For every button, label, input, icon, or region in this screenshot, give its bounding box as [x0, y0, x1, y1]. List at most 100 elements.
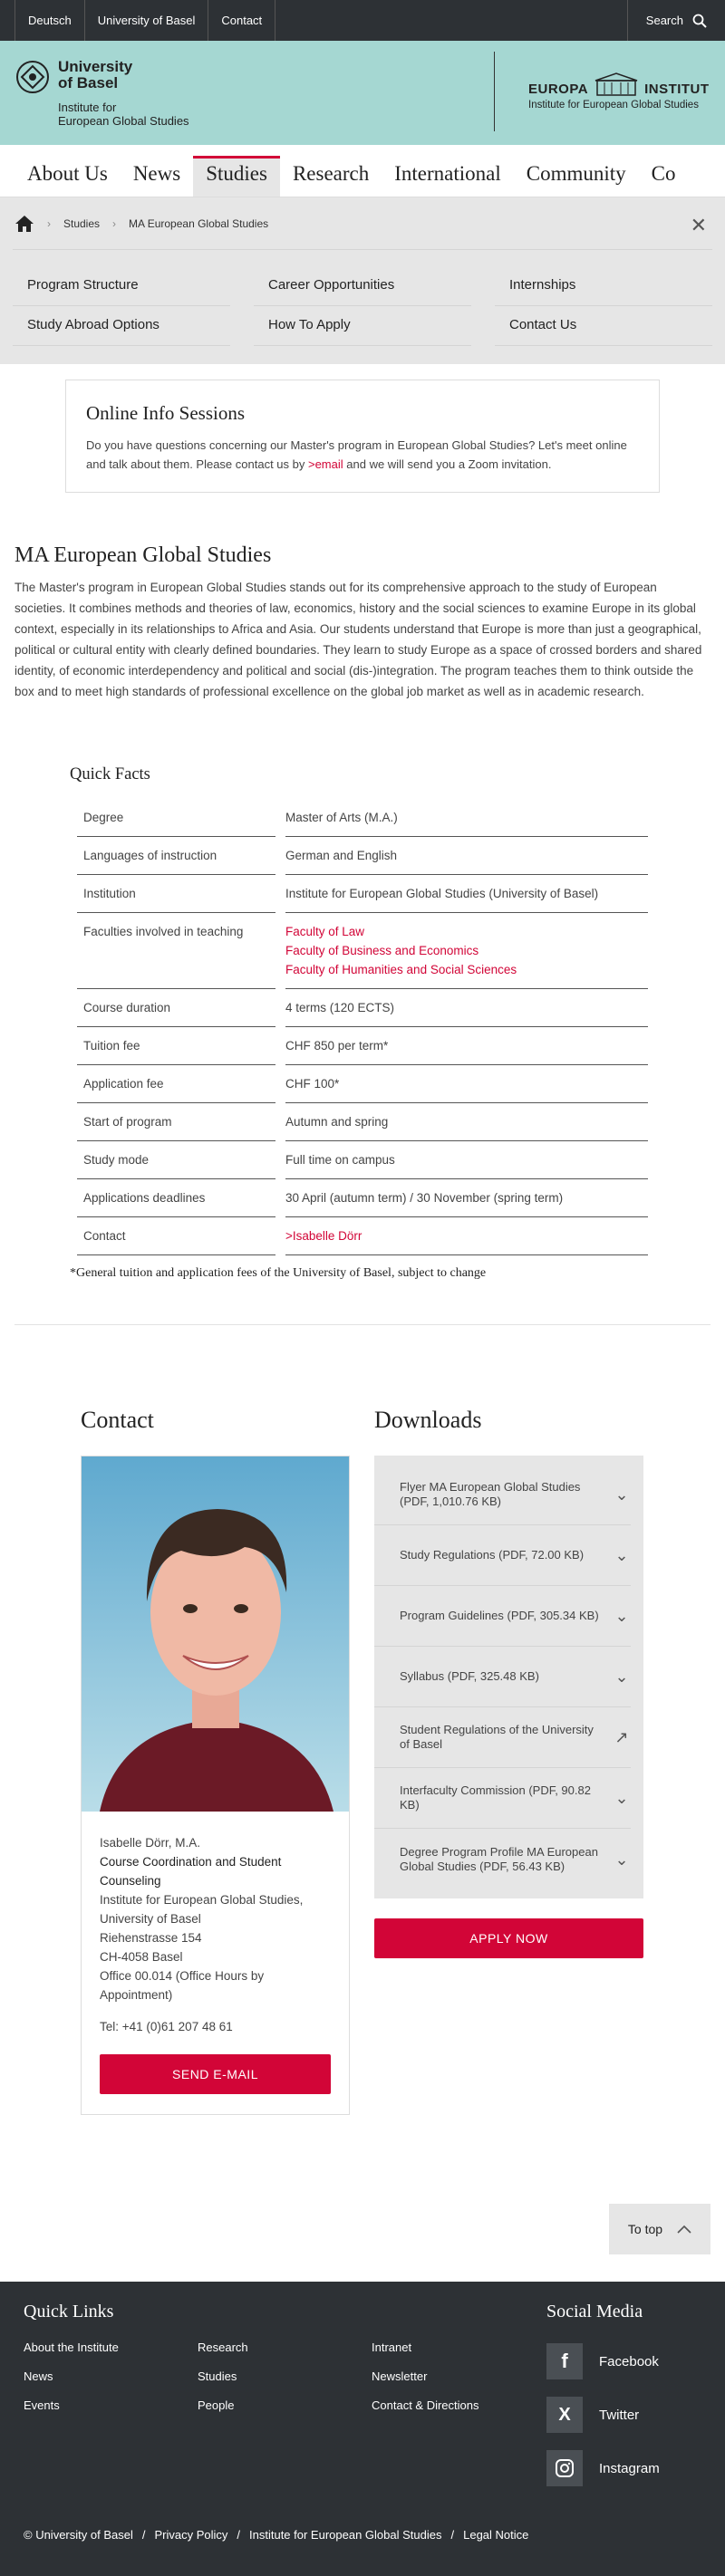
to-top-button[interactable]: To top [609, 2204, 710, 2254]
subnav-study-abroad[interactable]: Study Abroad Options [13, 306, 230, 346]
contact-link[interactable]: Contact [208, 0, 276, 41]
footer-link[interactable]: People [198, 2398, 372, 2412]
instagram-icon [546, 2450, 583, 2486]
fact-value: Full time on campus [285, 1141, 648, 1179]
contact-role: Course Coordination and Student Counseli… [100, 1855, 282, 1888]
fact-row: Study mode Full time on campus [70, 1141, 655, 1179]
legal-notice-link[interactable]: Legal Notice [463, 2528, 528, 2542]
info-sessions-box: Online Info Sessions Do you have questio… [65, 380, 660, 493]
footer-link[interactable]: Research [198, 2341, 372, 2354]
download-item[interactable]: Student Regulations of the University of… [374, 1707, 631, 1768]
subnav-internships[interactable]: Internships [495, 266, 712, 306]
to-top-label: To top [627, 2222, 663, 2236]
footer-link[interactable]: About the Institute [24, 2341, 198, 2354]
search-label: Search [645, 14, 683, 27]
nav-community[interactable]: Community [514, 162, 639, 197]
fact-label: Applications deadlines [77, 1179, 276, 1217]
footer-link[interactable]: Intranet [372, 2341, 546, 2354]
email-link[interactable]: >email [308, 457, 343, 471]
utility-bar: Deutsch University of Basel Contact Sear… [0, 0, 725, 41]
home-icon[interactable] [14, 215, 34, 233]
university-name-1: University [58, 57, 133, 75]
fact-value: 30 April (autumn term) / 30 November (sp… [285, 1179, 648, 1217]
footer-link[interactable]: News [24, 2369, 198, 2383]
footer-link[interactable]: Events [24, 2398, 198, 2412]
institute-link[interactable]: Institute for European Global Studies [249, 2528, 441, 2542]
fact-value: 4 terms (120 ECTS) [285, 989, 648, 1027]
nav-contact-truncated[interactable]: Co [639, 162, 689, 197]
footer-link[interactable]: Newsletter [372, 2369, 546, 2383]
fact-value: Autumn and spring [285, 1103, 648, 1141]
social-media: Social Media f Facebook X Twitter Instagra… [546, 2302, 660, 2501]
x-twitter-icon: X [546, 2397, 583, 2433]
nav-about-us[interactable]: About Us [14, 162, 121, 197]
university-link[interactable]: University of Basel [85, 0, 209, 41]
info-text-2: and we will send you a Zoom invitation. [343, 457, 552, 471]
download-item[interactable]: Syllabus (PDF, 325.48 KB) ⌄ [374, 1647, 631, 1707]
nav-international[interactable]: International [382, 162, 514, 197]
contact-street: Riehenstrasse 154 [100, 1931, 202, 1945]
nav-studies[interactable]: Studies [193, 156, 280, 197]
download-label: Program Guidelines (PDF, 305.34 KB) [400, 1609, 599, 1622]
privacy-policy-link[interactable]: Privacy Policy [154, 2528, 227, 2542]
europainstitut-logo[interactable]: EUROPA INSTITUT Institute for European G… [528, 72, 710, 111]
faculty-business-link[interactable]: Faculty of Business and Economics [285, 941, 648, 960]
facebook-icon: f [546, 2343, 583, 2379]
download-item[interactable]: Flyer MA European Global Studies (PDF, 1… [374, 1465, 631, 1525]
institut-word: INSTITUT [644, 82, 710, 97]
instagram-link[interactable]: Instagram [546, 2447, 660, 2489]
download-icon: ⌄ [614, 1789, 629, 1807]
search-button[interactable]: Search [626, 0, 725, 41]
breadcrumb-current: MA European Global Studies [129, 216, 269, 230]
nav-research[interactable]: Research [280, 162, 382, 197]
contact-photo [82, 1456, 349, 1812]
basilisk-logo-icon [16, 60, 49, 93]
fact-value: Master of Arts (M.A.) [285, 799, 648, 837]
download-icon: ⌄ [614, 1850, 629, 1869]
sub-navigation: › Studies › MA European Global Studies ✕… [0, 197, 725, 364]
send-email-button[interactable]: SEND E-MAIL [100, 2054, 331, 2094]
subnav-program-structure[interactable]: Program Structure [13, 266, 230, 306]
subnav-career-opportunities[interactable]: Career Opportunities [254, 266, 471, 306]
breadcrumb-studies[interactable]: Studies [63, 217, 100, 230]
fact-row: Degree Master of Arts (M.A.) [70, 799, 655, 837]
contact-person-link[interactable]: >Isabelle Dörr [285, 1229, 362, 1243]
apply-now-button[interactable]: APPLY NOW [374, 1918, 643, 1958]
facebook-label: Facebook [599, 2353, 659, 2369]
nav-news[interactable]: News [121, 162, 193, 197]
contact-details: Isabelle Dörr, M.A. Course Coordination … [82, 1812, 349, 2114]
close-icon[interactable]: ✕ [691, 214, 707, 237]
fact-label: Start of program [77, 1103, 276, 1141]
language-link[interactable]: Deutsch [14, 0, 85, 41]
download-item[interactable]: Degree Program Profile MA European Globa… [374, 1829, 631, 1889]
search-icon [692, 14, 707, 28]
institute-line-2: European Global Studies [58, 113, 189, 128]
download-item[interactable]: Interfaculty Commission (PDF, 90.82 KB) ⌄ [374, 1768, 631, 1829]
subnav-how-to-apply[interactable]: How To Apply [254, 306, 471, 346]
footer-link[interactable]: Studies [198, 2369, 372, 2383]
subnav-contact-us[interactable]: Contact Us [495, 306, 712, 346]
fact-row: Application fee CHF 100* [70, 1065, 655, 1103]
contact-phone[interactable]: Tel: +41 (0)61 207 48 61 [100, 2017, 331, 2036]
contact-city: CH-4058 Basel [100, 1950, 183, 1964]
twitter-link[interactable]: X Twitter [546, 2394, 660, 2436]
facebook-link[interactable]: f Facebook [546, 2341, 660, 2382]
download-item[interactable]: Study Regulations (PDF, 72.00 KB) ⌄ [374, 1525, 631, 1586]
chevron-right-icon: › [112, 216, 117, 230]
faculty-law-link[interactable]: Faculty of Law [285, 922, 648, 941]
download-icon: ⌄ [614, 1607, 629, 1625]
footer-link[interactable]: Contact & Directions [372, 2398, 546, 2412]
site-footer: Quick Links About the Institute Research… [0, 2282, 725, 2576]
faculty-humanities-link[interactable]: Faculty of Humanities and Social Science… [285, 960, 648, 979]
download-label: Syllabus (PDF, 325.48 KB) [400, 1669, 539, 1683]
download-label: Study Regulations (PDF, 72.00 KB) [400, 1548, 585, 1562]
main-navigation: About Us News Studies Research Internati… [0, 145, 725, 197]
fact-label: Application fee [77, 1065, 276, 1103]
fact-label: Languages of instruction [77, 837, 276, 875]
downloads-list: Flyer MA European Global Studies (PDF, 1… [374, 1456, 643, 1898]
download-item[interactable]: Program Guidelines (PDF, 305.34 KB) ⌄ [374, 1586, 631, 1647]
university-logo[interactable]: University of Basel Institute for Europe… [14, 57, 189, 128]
download-label: Student Regulations of the University of… [400, 1723, 594, 1751]
download-label: Interfaculty Commission (PDF, 90.82 KB) [400, 1783, 591, 1812]
contact-institute: Institute for European Global Studies, U… [100, 1893, 304, 1926]
